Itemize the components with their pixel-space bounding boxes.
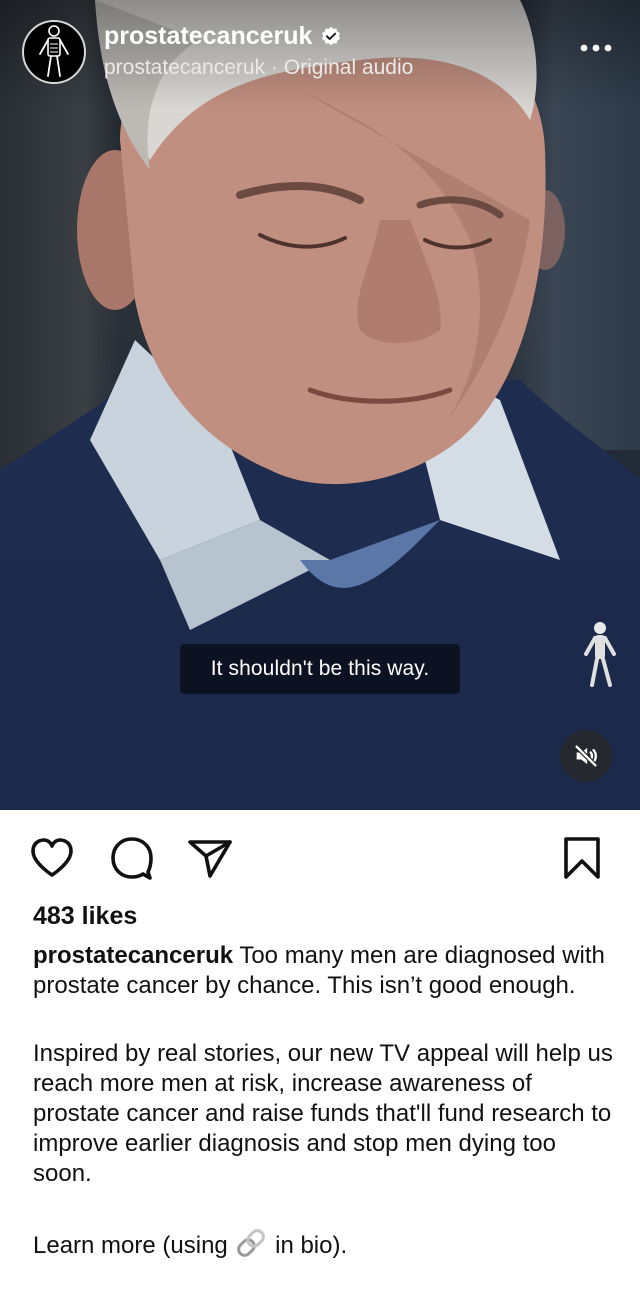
bookmark-icon [564,837,600,879]
paper-plane-icon [188,840,232,878]
like-count[interactable]: 483 likes [33,902,137,931]
heart-icon [31,838,73,877]
post-actions [0,810,640,900]
like-button[interactable] [28,834,76,882]
username-text[interactable]: prostatecanceruk [104,22,312,51]
skeleton-figure-logo [39,25,69,77]
post-video[interactable]: It shouldn't be this way. [0,0,640,810]
more-options-icon [580,44,612,52]
caption-paragraph-3: Learn more (using in bio). [33,1227,618,1261]
save-button[interactable] [558,834,606,882]
post-caption: prostatecanceruk Too many men are diagno… [33,941,618,1261]
comment-bubble-icon [111,837,153,880]
caption-text-3b: in bio). [275,1232,348,1259]
avatar[interactable] [22,20,86,84]
muted-speaker-icon [574,744,598,768]
post-username[interactable]: prostatecanceruk [104,22,342,51]
more-options-button[interactable] [578,38,614,58]
caption-paragraph-1: prostatecanceruk Too many men are diagno… [33,941,618,1001]
share-button[interactable] [186,834,234,882]
mute-button[interactable] [560,730,612,782]
post-header: prostatecanceruk prostatecanceruk · Orig… [0,0,640,110]
comment-button[interactable] [108,834,156,882]
verified-badge-icon [322,26,341,45]
audio-attribution[interactable]: prostatecanceruk · Original audio [104,56,413,80]
video-subtitle: It shouldn't be this way. [180,644,460,694]
caption-text-2: Inspired by real stories, our new TV app… [33,1040,613,1187]
link-icon [237,1229,266,1257]
caption-text-3a: Learn more (using [33,1232,228,1259]
caption-username[interactable]: prostatecanceruk [33,942,233,969]
